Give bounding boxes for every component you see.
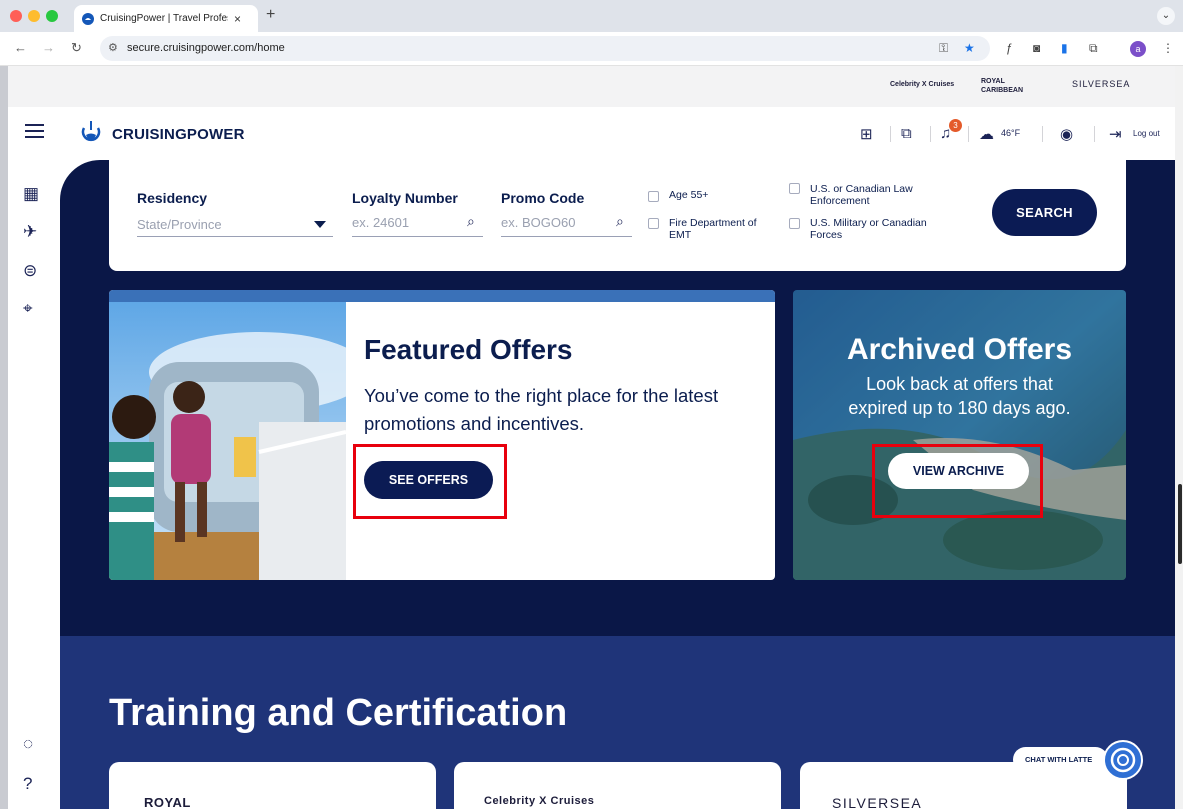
header-divider <box>1094 126 1095 142</box>
archived-offers-title: Archived Offers <box>846 333 1073 366</box>
law-enforcement-label: U.S. or Canadian Law Enforcement <box>810 183 913 207</box>
browser-tab-bar: CruisingPower | Travel Profes × + ⌄ <box>0 0 1183 32</box>
view-archive-highlight-box <box>872 444 1043 518</box>
loyalty-underline <box>352 236 483 237</box>
residency-dropdown-caret-icon[interactable] <box>314 221 326 228</box>
browser-tab[interactable]: CruisingPower | Travel Profes × <box>74 5 258 32</box>
see-offers-highlight-box <box>353 444 507 519</box>
scrollbar-handle[interactable] <box>1178 484 1182 564</box>
silversea-logo[interactable]: SILVERSEA <box>1072 79 1130 89</box>
residency-label: Residency <box>137 190 208 206</box>
latte-chat-avatar-icon[interactable] <box>1103 740 1143 780</box>
url-text: secure.cruisingpower.com/home <box>127 42 285 54</box>
cruisingpower-logo-text[interactable]: CRUISINGPOWER <box>112 126 245 143</box>
royal-training-logo: ROYAL <box>144 795 191 809</box>
training-certification-title: Training and Certification <box>109 692 568 734</box>
logout-icon[interactable]: ⇥ <box>1109 125 1122 143</box>
chat-bubbles-icon[interactable]: ⧉ <box>901 125 912 142</box>
featured-offers-card: Featured Offers You’ve come to the right… <box>109 290 775 580</box>
celebrity-cruises-logo[interactable]: Celebrity X Cruises <box>890 81 954 88</box>
featured-card-accent-bar <box>109 290 775 302</box>
minimize-window-button[interactable] <box>28 10 40 22</box>
promo-search-icon[interactable]: ⌕ <box>616 213 624 230</box>
archived-offers-description: Look back at offers that expired up to 1… <box>848 374 1071 418</box>
document-extension-icon[interactable]: ▮ <box>1061 41 1068 55</box>
airplane-icon[interactable]: ✈ <box>23 222 37 242</box>
promo-underline <box>501 236 632 237</box>
law-enforcement-checkbox[interactable] <box>789 183 800 194</box>
chat-add-icon[interactable]: ◌ <box>23 734 33 754</box>
calendar-add-icon[interactable]: ▦ <box>23 184 39 204</box>
age-55-label: Age 55+ <box>669 189 709 201</box>
featured-offers-description: You’ve come to the right place for the l… <box>364 385 719 434</box>
age-55-checkbox[interactable] <box>648 191 659 202</box>
password-key-icon[interactable]: ⚿ <box>939 41 948 56</box>
fire-emt-checkbox[interactable] <box>648 218 659 229</box>
military-checkbox[interactable] <box>789 218 800 229</box>
camera-icon[interactable]: ◙ <box>1033 41 1040 55</box>
new-tab-button[interactable]: + <box>266 6 275 24</box>
hamburger-menu-icon[interactable] <box>25 124 44 138</box>
celebrity-training-logo: Celebrity X Cruises <box>484 795 595 807</box>
training-section: Training and Certification ROYAL Celebri… <box>60 636 1175 809</box>
loyalty-number-label: Loyalty Number <box>352 190 458 206</box>
featured-offers-title: Featured Offers <box>364 334 573 365</box>
family-cruise-photo <box>109 302 346 580</box>
search-button[interactable]: SEARCH <box>992 189 1097 236</box>
loyalty-search-icon[interactable]: ⌕ <box>467 213 475 230</box>
tab-title: CruisingPower | Travel Profes <box>100 13 228 24</box>
extension-f-icon[interactable]: ƒ <box>1006 41 1013 55</box>
cloud-weather-icon: ☁ <box>979 126 994 143</box>
globe-icon[interactable]: ⊜ <box>23 261 37 281</box>
main-content: Residency State/Province Loyalty Number … <box>60 160 1175 809</box>
royal-caribbean-logo[interactable]: ROYAL CARIBBEAN <box>981 77 1045 95</box>
forward-arrow-icon[interactable]: → <box>42 40 55 55</box>
web-page: Celebrity X Cruises ROYAL CARIBBEAN SILV… <box>8 66 1175 809</box>
notification-badge: 3 <box>949 119 962 132</box>
page-scrollbar[interactable] <box>1175 66 1183 809</box>
header-divider <box>968 126 969 142</box>
celebrity-training-card[interactable]: Celebrity X Cruises <box>454 762 781 809</box>
loyalty-number-input[interactable]: ex. 24601 <box>352 215 409 230</box>
left-sidebar: ▦ ✈ ⊜ ⌖ ◌ ? <box>8 160 60 809</box>
archived-offers-card: Archived Offers Look back at offers that… <box>793 290 1126 580</box>
user-account-icon[interactable]: ◉ <box>1060 125 1073 143</box>
header-divider <box>890 126 891 142</box>
residency-select[interactable]: State/Province <box>137 217 222 232</box>
bookmark-star-icon[interactable]: ★ <box>964 41 975 55</box>
cruisingpower-logo-icon[interactable] <box>80 120 102 144</box>
profile-avatar[interactable]: a <box>1130 41 1146 57</box>
brand-bar: Celebrity X Cruises ROYAL CARIBBEAN SILV… <box>8 66 1175 107</box>
help-question-icon[interactable]: ? <box>23 774 32 794</box>
more-menu-icon[interactable]: ⋮ <box>1162 41 1174 55</box>
close-window-button[interactable] <box>10 10 22 22</box>
residency-underline <box>137 236 333 237</box>
promo-code-label: Promo Code <box>501 190 585 206</box>
header-divider <box>930 126 931 142</box>
back-arrow-icon[interactable]: ← <box>14 40 27 55</box>
maximize-window-button[interactable] <box>46 10 58 22</box>
military-label: U.S. Military or Canadian Forces <box>810 217 927 241</box>
extensions-puzzle-icon[interactable]: ⧉ <box>1089 41 1098 56</box>
silversea-training-logo: SILVERSEA <box>832 795 923 809</box>
promo-code-input[interactable]: ex. BOGO60 <box>501 215 575 230</box>
temperature-readout: 46°F <box>1001 128 1021 138</box>
fire-emt-label: Fire Department of EMT <box>669 217 757 241</box>
offer-search-form: Residency State/Province Loyalty Number … <box>109 160 1126 271</box>
location-pin-icon[interactable]: ⌖ <box>23 299 33 319</box>
tab-close-icon[interactable]: × <box>234 12 241 26</box>
tab-search-chevron-icon[interactable]: ⌄ <box>1157 7 1175 25</box>
apps-grid-icon[interactable]: ⊞ <box>860 125 873 143</box>
chat-with-latte-button[interactable]: CHAT WITH LATTE <box>1013 747 1108 772</box>
site-header: CRUISINGPOWER ⊞ ⧉ ♫ 3 ☁ 46°F ◉ ⇥ Log out <box>8 107 1175 160</box>
browser-toolbar: ← → ↻ ⚙ secure.cruisingpower.com/home ⚿ … <box>0 32 1183 66</box>
logout-link[interactable]: Log out <box>1133 129 1160 138</box>
site-settings-icon[interactable]: ⚙ <box>108 41 118 54</box>
reload-icon[interactable]: ↻ <box>71 40 82 56</box>
chat-swirl-icon <box>1110 747 1136 773</box>
royal-caribbean-training-card[interactable]: ROYAL <box>109 762 436 809</box>
header-divider <box>1042 126 1043 142</box>
address-bar[interactable]: ⚙ secure.cruisingpower.com/home ⚿ ★ <box>100 36 990 61</box>
cruisingpower-favicon-icon <box>82 12 94 25</box>
